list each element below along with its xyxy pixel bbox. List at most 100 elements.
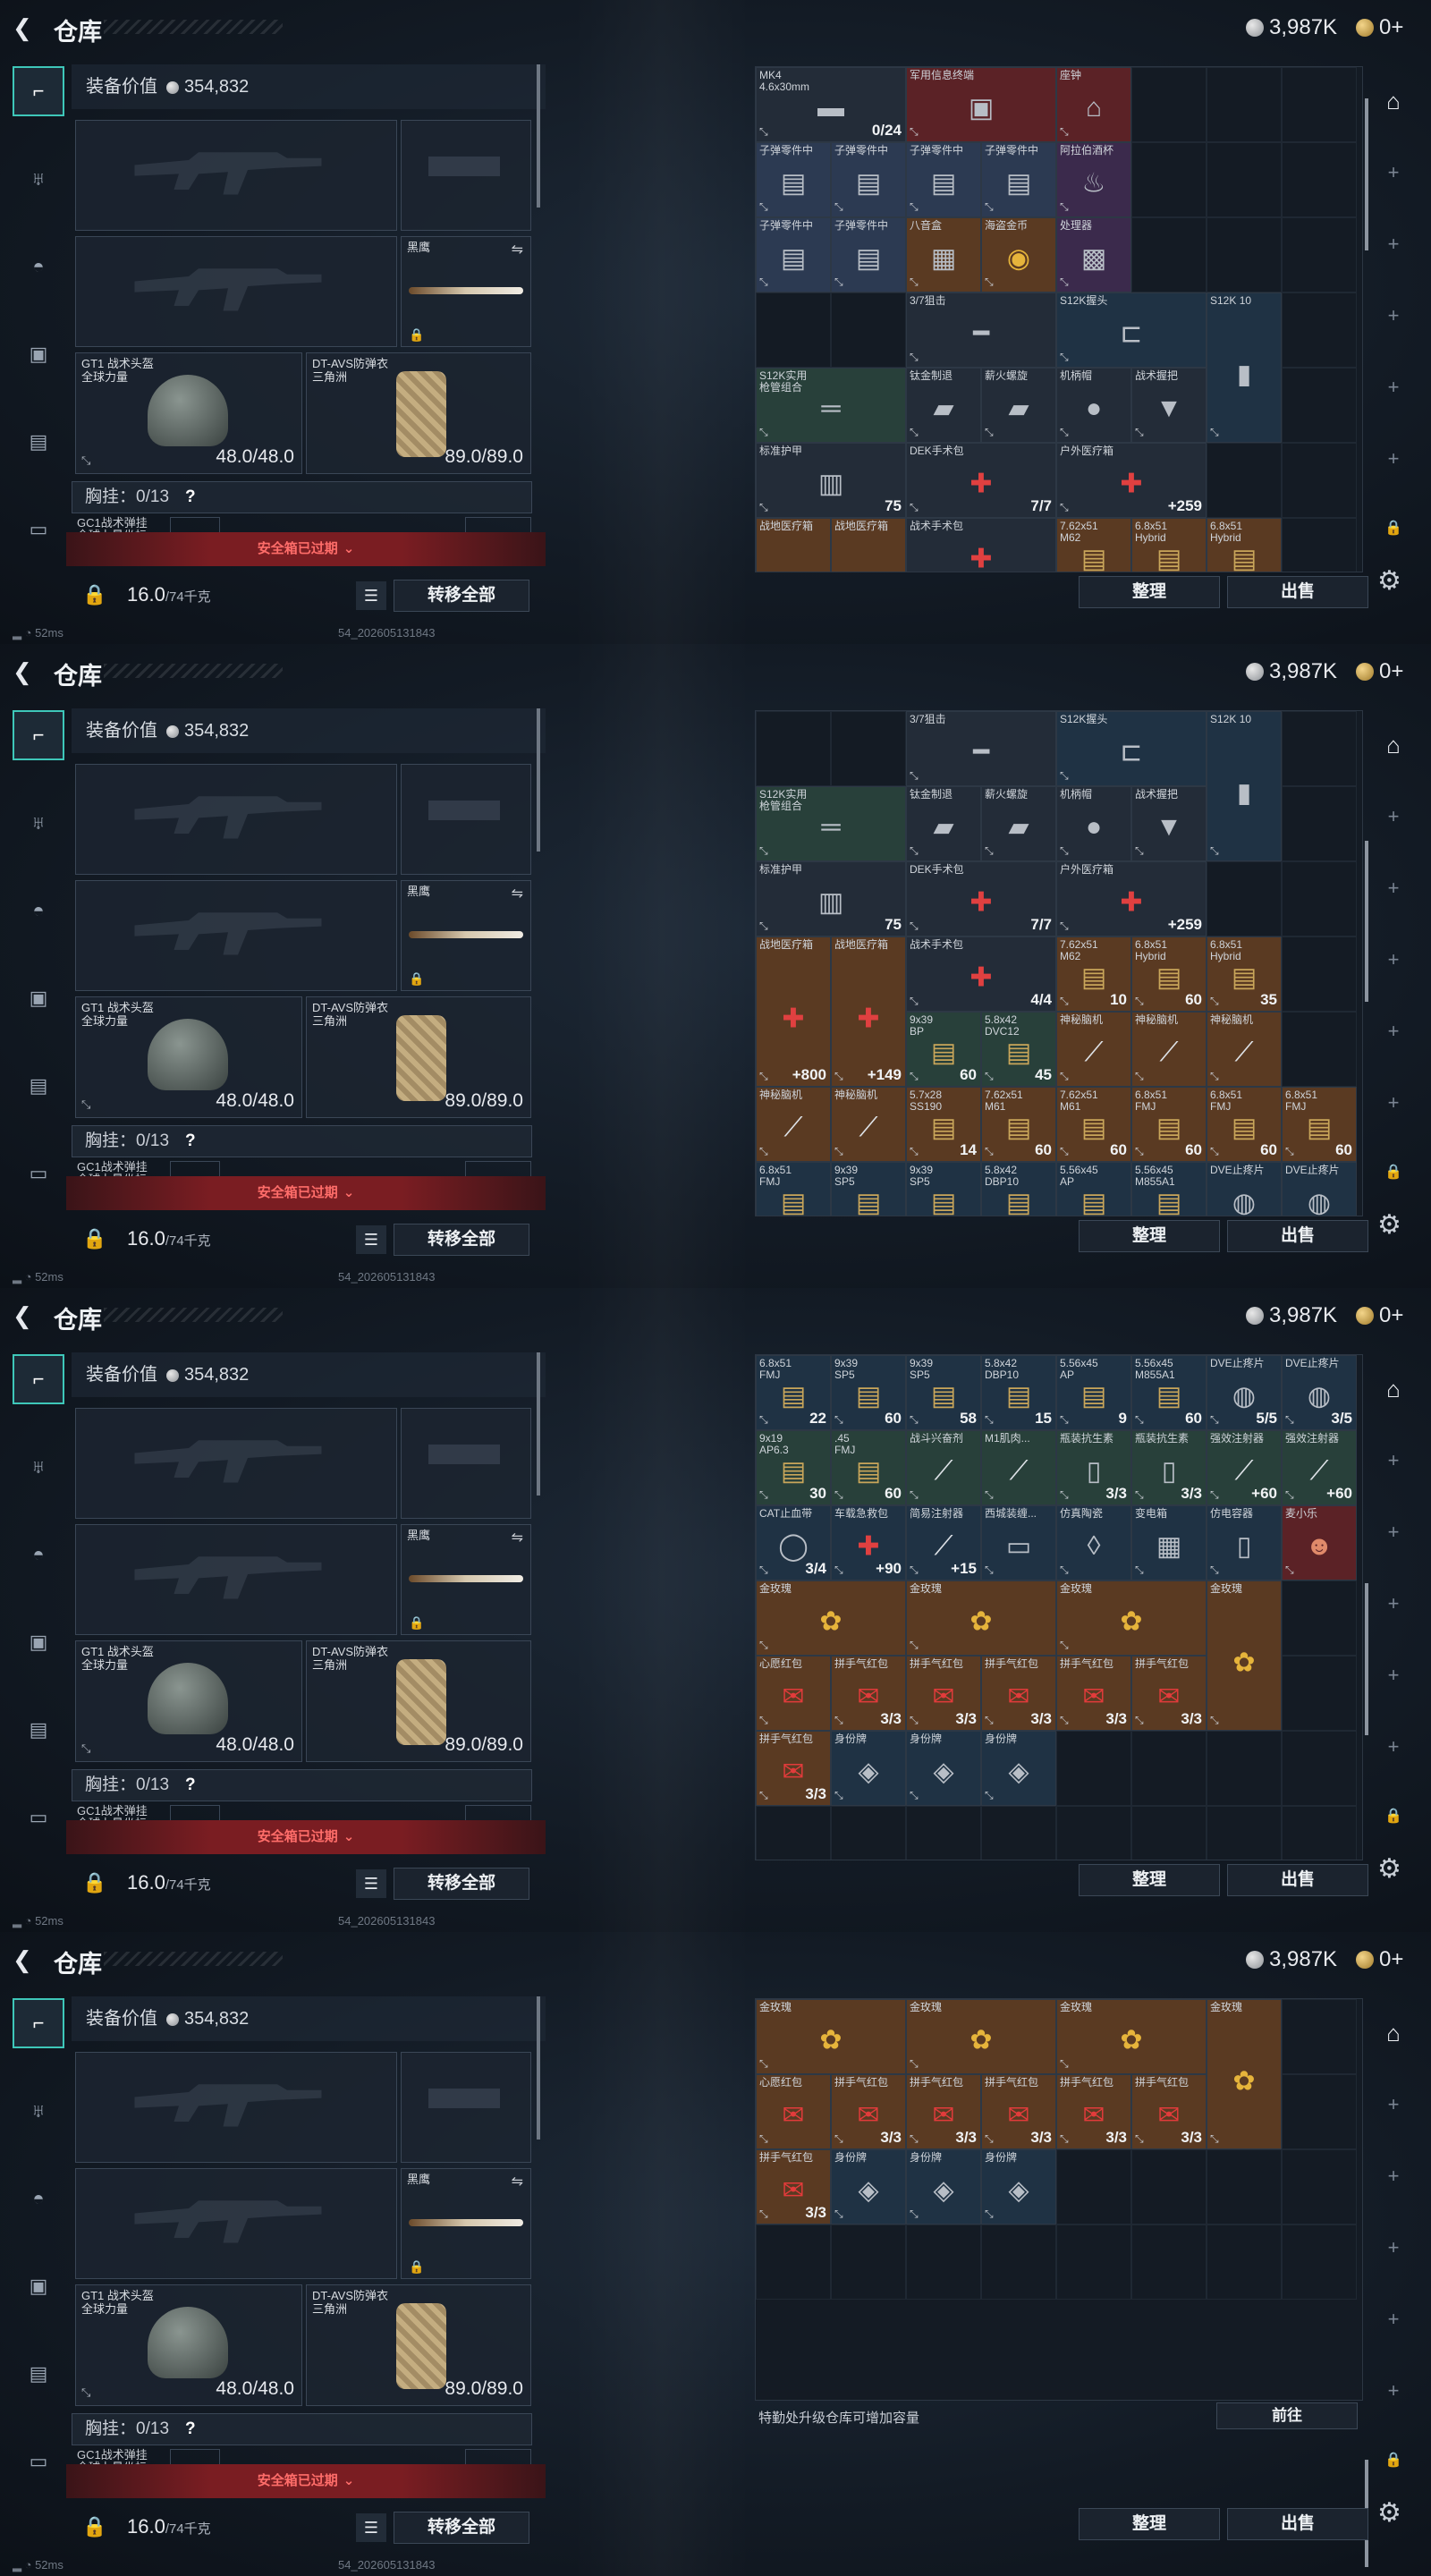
add-tab-icon[interactable]: + bbox=[1377, 805, 1410, 828]
back-button[interactable]: ❮ bbox=[13, 1302, 39, 1329]
chest-rig-row[interactable]: 胸挂：0/13? bbox=[72, 1125, 532, 1157]
item-cell[interactable]: 9x39 SP5▤60⤡ bbox=[831, 1162, 906, 1216]
add-tab-icon[interactable]: + bbox=[1377, 1020, 1410, 1043]
category-armor[interactable]: ♅ bbox=[13, 2086, 64, 2136]
item-cell[interactable]: 7.62x51 M62▤10⤡ bbox=[1056, 936, 1131, 1012]
item-cell[interactable]: 6.8x51 FMJ▤22 ⤡ bbox=[756, 1355, 831, 1430]
secondary-weapon-slot[interactable] bbox=[75, 236, 397, 347]
item-cell[interactable]: 金玫瑰 ✿ ⤡ bbox=[1056, 1999, 1207, 2074]
swap-icon[interactable]: ⇋ bbox=[512, 885, 523, 902]
empty-slot[interactable] bbox=[1282, 1999, 1357, 2074]
empty-slot[interactable] bbox=[1131, 2224, 1207, 2300]
item-cell[interactable]: 拼手气红包 ✉ 3/3 ⤡ bbox=[1056, 1656, 1131, 1731]
knife-slot[interactable]: 黑鹰 ⇋ 🔒 bbox=[401, 1524, 531, 1635]
item-cell[interactable]: S12K握头 ⊏ ⤡ bbox=[1056, 292, 1207, 368]
item-cell[interactable]: 简易注射器 ⟋+15 ⤡ bbox=[906, 1505, 981, 1580]
item-cell[interactable]: 战斗兴奋剂 ⟋ ⤡ bbox=[906, 1430, 981, 1505]
add-tab-icon[interactable]: + bbox=[1377, 1664, 1410, 1687]
empty-slot[interactable] bbox=[1282, 443, 1357, 518]
empty-slot[interactable] bbox=[1282, 861, 1357, 936]
item-cell[interactable]: S12K实用 枪管组合 ═ ⤡ bbox=[756, 368, 906, 443]
item-cell[interactable]: 金玫瑰 ✿ ⤡ bbox=[756, 1999, 906, 2074]
item-cell[interactable]: 变电箱 ▦ ⤡ bbox=[1131, 1505, 1207, 1580]
settings-gear-icon[interactable]: ⚙ bbox=[1377, 565, 1401, 597]
helmet-slot[interactable]: GT1 战术头盔 全球力量 48.0/48.0 ⤡ bbox=[75, 1640, 302, 1762]
empty-slot[interactable] bbox=[1282, 67, 1357, 142]
item-cell[interactable]: DEK手术包 ✚ 7/7 ⤡ bbox=[906, 861, 1056, 936]
item-cell[interactable]: 9x39 BP ▤ 60 ⤡ bbox=[906, 1012, 981, 1087]
warehouse-grid[interactable]: MK4 4.6x30mm▬0/24⤡军用信息终端▣⤡座钟⌂⤡子弹零件中▤⤡子弹零… bbox=[755, 1354, 1363, 1860]
item-cell[interactable]: 身份牌 ◈ ⤡ bbox=[906, 1731, 981, 1806]
help-icon[interactable]: ? bbox=[185, 1126, 196, 1157]
empty-slot[interactable] bbox=[1282, 1806, 1357, 1860]
sort-button[interactable]: 整理 bbox=[1079, 1220, 1220, 1252]
gold-currency[interactable]: 0+ bbox=[1356, 658, 1403, 685]
add-tab-icon[interactable]: + bbox=[1377, 1521, 1410, 1544]
item-cell[interactable]: 6.8x51 Hybrid▤60⤡ bbox=[1131, 518, 1207, 572]
item-cell[interactable]: 强效注射器 ⟋ +60 ⤡ bbox=[1282, 1430, 1357, 1505]
item-cell[interactable]: 7.62x51 M62▤10⤡ bbox=[1056, 518, 1131, 572]
warehouse-main-icon[interactable]: ⌂ bbox=[1377, 2020, 1410, 2047]
item-cell[interactable]: 身份牌 ◈ ⤡ bbox=[981, 1731, 1056, 1806]
add-tab-icon[interactable]: + bbox=[1377, 1735, 1410, 1758]
add-tab-icon[interactable]: + bbox=[1377, 1091, 1410, 1114]
item-cell[interactable]: 6.8x51 FMJ▤60 ⤡ bbox=[1282, 1087, 1357, 1162]
item-cell[interactable]: DEK手术包 ✚ 7/7 ⤡ bbox=[906, 443, 1056, 518]
category-pistol[interactable]: ⌐ bbox=[13, 66, 64, 116]
empty-slot[interactable] bbox=[1131, 1731, 1207, 1806]
item-cell[interactable]: 机柄帽 ● ⤡ bbox=[1056, 368, 1131, 443]
category-vest[interactable]: ▤ bbox=[13, 2349, 64, 2399]
weight-lock-icon[interactable]: 🔒 bbox=[82, 1227, 106, 1250]
item-cell[interactable]: 拼手气红包 ✉ 3/3 ⤡ bbox=[981, 2074, 1056, 2149]
transfer-all-button[interactable]: 转移全部 bbox=[394, 1868, 529, 1900]
item-cell[interactable]: 身份牌 ◈ ⤡ bbox=[906, 2149, 981, 2224]
list-icon[interactable]: ☰ bbox=[356, 2513, 386, 2542]
help-icon[interactable]: ? bbox=[185, 482, 196, 513]
empty-slot[interactable] bbox=[1282, 1580, 1357, 1656]
empty-slot[interactable] bbox=[1282, 1731, 1357, 1806]
add-tab-icon[interactable]: + bbox=[1377, 1592, 1410, 1615]
safe-box-expired-banner[interactable]: 安全箱已过期 ⌄ bbox=[66, 532, 546, 566]
sort-button[interactable]: 整理 bbox=[1079, 2508, 1220, 2540]
empty-slot[interactable] bbox=[1207, 2224, 1282, 2300]
empty-slot[interactable] bbox=[1282, 936, 1357, 1012]
armor-slot[interactable]: DT-AVS防弹衣 三角洲 89.0/89.0 bbox=[306, 2284, 531, 2406]
item-cell[interactable]: 5.8x42 DVC12 ▤ 45 ⤡ bbox=[981, 1012, 1056, 1087]
item-cell[interactable]: 6.8x51 FMJ▤60 ⤡ bbox=[1131, 1087, 1207, 1162]
equipment-scrollbar[interactable] bbox=[537, 64, 540, 208]
item-cell[interactable]: 战术手术包✚4/4⤡ bbox=[906, 518, 1056, 572]
back-button[interactable]: ❮ bbox=[13, 14, 39, 41]
item-cell[interactable]: 7.62x51 M61▤60 ⤡ bbox=[981, 1087, 1056, 1162]
category-helmet[interactable]: ◓ bbox=[13, 242, 64, 292]
item-cell[interactable]: 金玫瑰 ✿ ⤡ bbox=[1207, 1999, 1282, 2149]
empty-slot[interactable] bbox=[1207, 1731, 1282, 1806]
item-cell[interactable]: 5.7x28 SS190▤14 ⤡ bbox=[906, 1087, 981, 1162]
item-cell[interactable]: 5.56x45 AP▤9⤡ bbox=[1056, 1162, 1131, 1216]
item-cell[interactable]: 金玫瑰 ✿ ⤡ bbox=[756, 1580, 906, 1656]
item-cell[interactable]: 身份牌 ◈ ⤡ bbox=[831, 1731, 906, 1806]
category-helmet[interactable]: ◓ bbox=[13, 1530, 64, 1580]
category-case[interactable]: ▭ bbox=[13, 1792, 64, 1843]
knife-slot[interactable]: 黑鹰 ⇋ 🔒 bbox=[401, 2168, 531, 2279]
equipment-scrollbar[interactable] bbox=[537, 708, 540, 852]
item-cell[interactable]: 拼手气红包 ✉ 3/3 ⤡ bbox=[1131, 1656, 1207, 1731]
item-cell[interactable]: 子弹零件中 ▤ ⤡ bbox=[831, 142, 906, 217]
empty-slot[interactable] bbox=[1207, 861, 1282, 936]
item-cell[interactable]: 心愿红包 ✉ ⤡ bbox=[756, 2074, 831, 2149]
pistol-slot[interactable] bbox=[401, 2052, 531, 2163]
safe-box-expired-banner[interactable]: 安全箱已过期 ⌄ bbox=[66, 1820, 546, 1854]
empty-slot[interactable] bbox=[1207, 2149, 1282, 2224]
empty-slot[interactable] bbox=[831, 711, 906, 786]
pistol-slot[interactable] bbox=[401, 1408, 531, 1519]
list-icon[interactable]: ☰ bbox=[356, 1225, 386, 1254]
item-cell[interactable]: S12K握头 ⊏ ⤡ bbox=[1056, 711, 1207, 786]
empty-slot[interactable] bbox=[831, 2224, 906, 2300]
item-cell[interactable]: 拼手气红包 ✉ 3/3 ⤡ bbox=[756, 1731, 831, 1806]
category-helmet[interactable]: ◓ bbox=[13, 2174, 64, 2224]
empty-slot[interactable] bbox=[1207, 217, 1282, 292]
empty-slot[interactable] bbox=[1282, 711, 1357, 786]
item-cell[interactable]: 军用信息终端 ▣ ⤡ bbox=[906, 67, 1056, 142]
empty-slot[interactable] bbox=[1131, 1806, 1207, 1860]
item-cell[interactable]: 户外医疗箱 ✚ +259 ⤡ bbox=[1056, 861, 1207, 936]
item-cell[interactable]: 神秘脑机 ⟋ ⤡ bbox=[1056, 1012, 1131, 1087]
